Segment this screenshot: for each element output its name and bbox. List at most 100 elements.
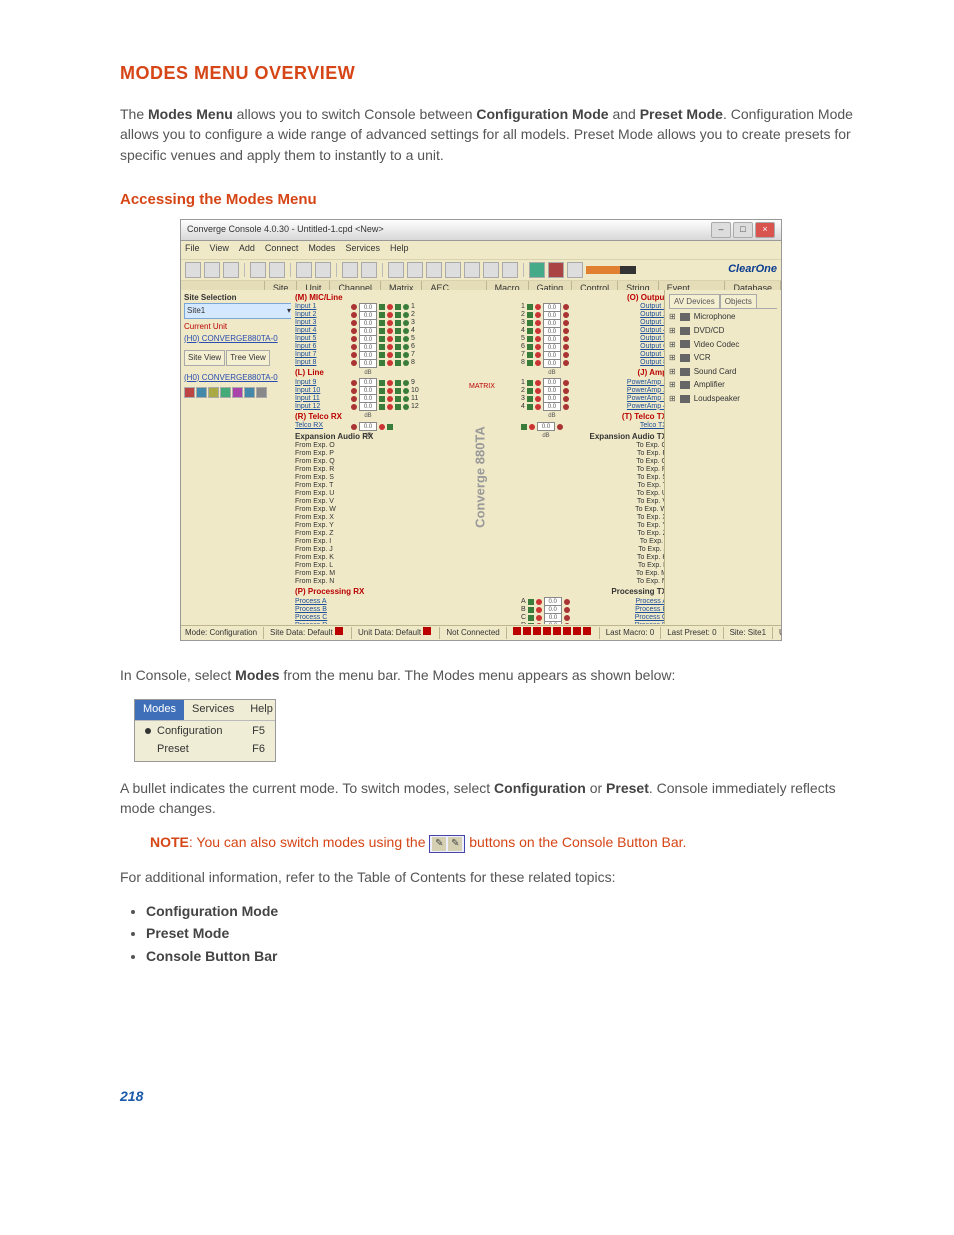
exp-row[interactable]: To Exp. Z bbox=[521, 530, 667, 538]
mute-button[interactable] bbox=[536, 607, 542, 613]
gain-box[interactable]: 0.0 dB bbox=[359, 359, 377, 368]
exp-row[interactable]: From Exp. O bbox=[295, 442, 441, 450]
mute-button[interactable] bbox=[535, 396, 541, 402]
proc-row[interactable]: Process D bbox=[295, 622, 441, 624]
channel-row[interactable]: 40.0 dBPowerAmp 4 bbox=[521, 403, 667, 411]
stop-icon[interactable] bbox=[548, 262, 564, 278]
exp-row[interactable]: To Exp. L bbox=[521, 562, 667, 570]
exp-row[interactable]: From Exp. S bbox=[295, 474, 441, 482]
mute-button[interactable] bbox=[536, 623, 542, 624]
exp-row[interactable]: From Exp. I bbox=[295, 538, 441, 546]
mute-button[interactable] bbox=[535, 404, 541, 410]
menu-help[interactable]: Help bbox=[390, 242, 409, 258]
toolbar-icon[interactable] bbox=[223, 262, 239, 278]
proc-row[interactable]: Process A bbox=[295, 598, 441, 606]
toolbar-icon[interactable] bbox=[342, 262, 358, 278]
exp-row[interactable]: To Exp. W bbox=[521, 506, 667, 514]
mute-button[interactable] bbox=[535, 388, 541, 394]
exp-row[interactable]: To Exp. J bbox=[521, 546, 667, 554]
mute-button[interactable] bbox=[387, 344, 393, 350]
tree-toggle-icon[interactable]: ⊞ bbox=[669, 311, 676, 323]
device-item[interactable]: ⊞Video Codec bbox=[669, 339, 777, 351]
exp-row[interactable]: From Exp. R bbox=[295, 466, 441, 474]
exp-row[interactable]: To Exp. I bbox=[521, 538, 667, 546]
menu-services[interactable]: Services bbox=[345, 242, 380, 258]
gain-box[interactable]: 0.0 dB bbox=[537, 422, 555, 431]
channel-row[interactable]: Input 120.0 dB12 bbox=[295, 403, 441, 411]
exp-row[interactable]: To Exp. Y bbox=[521, 522, 667, 530]
mute-button[interactable] bbox=[387, 388, 393, 394]
mute-button[interactable] bbox=[535, 360, 541, 366]
mute-button[interactable] bbox=[387, 360, 393, 366]
channel-row[interactable]: D0.0 dBProcess D bbox=[521, 622, 667, 624]
toolbar-icon[interactable] bbox=[250, 262, 266, 278]
help-icon[interactable] bbox=[567, 262, 583, 278]
menu-help[interactable]: Help bbox=[242, 700, 281, 720]
menu-add[interactable]: Add bbox=[239, 242, 255, 258]
close-button[interactable]: × bbox=[755, 222, 775, 238]
gain-box[interactable]: 0.0 dB bbox=[544, 621, 562, 624]
mute-button[interactable] bbox=[379, 424, 385, 430]
toolbar-icon[interactable] bbox=[407, 262, 423, 278]
tree-toggle-icon[interactable]: ⊞ bbox=[669, 339, 676, 351]
device-item[interactable]: ⊞Microphone bbox=[669, 311, 777, 323]
exp-row[interactable]: From Exp. T bbox=[295, 482, 441, 490]
toolbar-icon[interactable] bbox=[502, 262, 518, 278]
exp-row[interactable]: From Exp. Z bbox=[295, 530, 441, 538]
menu-modes[interactable]: Modes bbox=[308, 242, 335, 258]
menu-item-configuration[interactable]: Configuration F5 bbox=[135, 723, 275, 741]
tree-view-tab[interactable]: Tree View bbox=[226, 350, 270, 366]
mute-button[interactable] bbox=[535, 380, 541, 386]
mute-button[interactable] bbox=[387, 404, 393, 410]
toolbar-icon[interactable] bbox=[483, 262, 499, 278]
channel-row[interactable]: 80.0 dBOutput 8 bbox=[521, 359, 667, 367]
mute-button[interactable] bbox=[535, 344, 541, 350]
mute-button[interactable] bbox=[535, 320, 541, 326]
menu-item-preset[interactable]: Preset F6 bbox=[135, 741, 275, 759]
exp-row[interactable]: From Exp. P bbox=[295, 450, 441, 458]
toolbar-icon[interactable] bbox=[388, 262, 404, 278]
proc-row[interactable]: Process B bbox=[295, 606, 441, 614]
tree-unit[interactable]: (H0) CONVERGE880TA-0 bbox=[184, 372, 294, 384]
exp-row[interactable]: To Exp. O bbox=[521, 442, 667, 450]
tree-toggle-icon[interactable]: ⊞ bbox=[669, 366, 676, 378]
mute-button[interactable] bbox=[387, 380, 393, 386]
toolbar-icon[interactable] bbox=[445, 262, 461, 278]
exp-row[interactable]: To Exp. X bbox=[521, 514, 667, 522]
gain-box[interactable]: 0.0 dB bbox=[359, 422, 377, 431]
mute-button[interactable] bbox=[387, 312, 393, 318]
exp-row[interactable]: To Exp. R bbox=[521, 466, 667, 474]
tree-toggle-icon[interactable]: ⊞ bbox=[669, 379, 676, 391]
tree-icon[interactable] bbox=[220, 387, 231, 398]
mode-config-icon[interactable] bbox=[296, 262, 312, 278]
mode-preset-icon[interactable]: ✎ bbox=[448, 837, 462, 851]
tab-avdevices[interactable]: AV Devices bbox=[669, 294, 720, 309]
toolbar-icon[interactable] bbox=[185, 262, 201, 278]
menu-view[interactable]: View bbox=[210, 242, 229, 258]
tree-icon[interactable] bbox=[256, 387, 267, 398]
exp-row[interactable]: To Exp. P bbox=[521, 450, 667, 458]
exp-row[interactable]: To Exp. S bbox=[521, 474, 667, 482]
mute-button[interactable] bbox=[536, 615, 542, 621]
site-view-tab[interactable]: Site View bbox=[184, 350, 225, 366]
telcorx-row[interactable]: Telco RX 0.0 dB bbox=[295, 423, 441, 431]
exp-row[interactable]: To Exp. Q bbox=[521, 458, 667, 466]
mute-button[interactable] bbox=[536, 599, 542, 605]
exp-row[interactable]: From Exp. U bbox=[295, 490, 441, 498]
maximize-button[interactable]: □ bbox=[733, 222, 753, 238]
toolbar-icon[interactable] bbox=[361, 262, 377, 278]
exp-row[interactable]: From Exp. V bbox=[295, 498, 441, 506]
tree-icon[interactable] bbox=[208, 387, 219, 398]
mute-button[interactable] bbox=[387, 328, 393, 334]
channel-row[interactable]: Input 80.0 dB8 bbox=[295, 359, 441, 367]
menu-services[interactable]: Services bbox=[184, 700, 242, 720]
device-item[interactable]: ⊞VCR bbox=[669, 352, 777, 364]
tree-icon[interactable] bbox=[196, 387, 207, 398]
mute-button[interactable] bbox=[535, 304, 541, 310]
toolbar-icon[interactable] bbox=[269, 262, 285, 278]
exp-row[interactable]: From Exp. Q bbox=[295, 458, 441, 466]
exp-row[interactable]: From Exp. J bbox=[295, 546, 441, 554]
mute-button[interactable] bbox=[387, 304, 393, 310]
mute-button[interactable] bbox=[387, 320, 393, 326]
toolbar-icon[interactable] bbox=[464, 262, 480, 278]
